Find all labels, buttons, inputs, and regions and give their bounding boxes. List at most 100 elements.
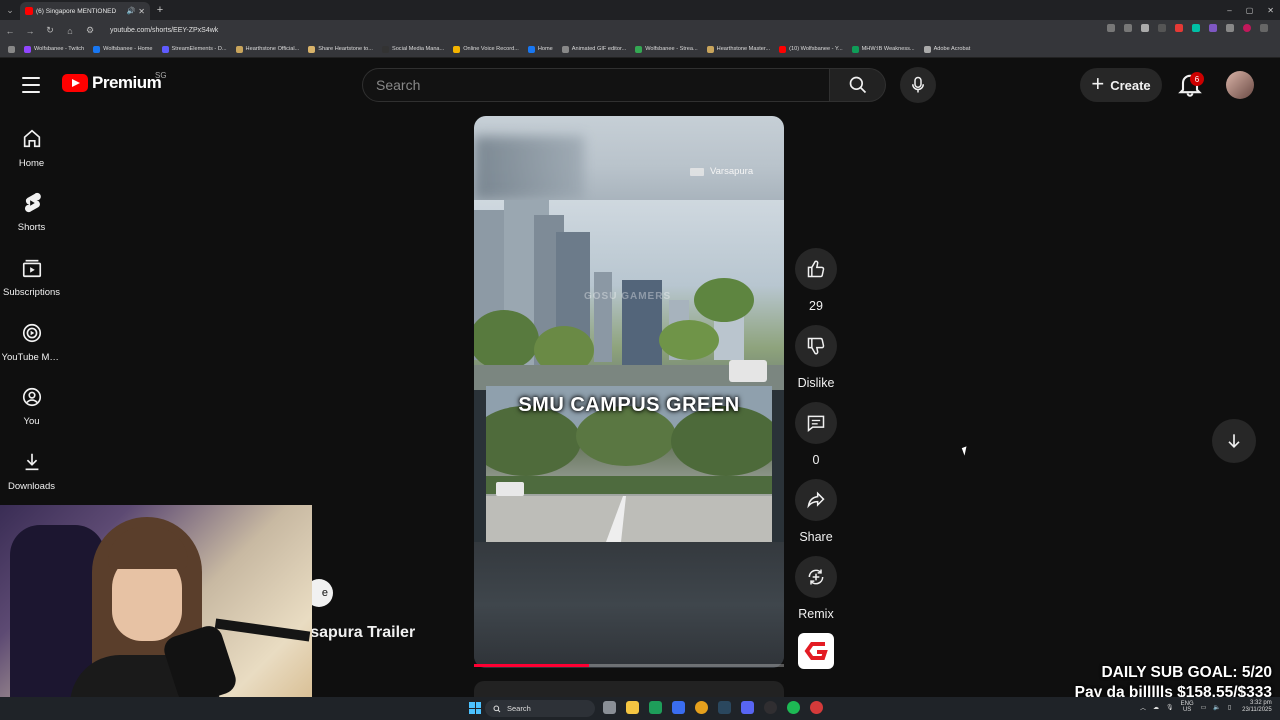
shorts-video-player[interactable]: Varsapura GOSU GAMERS SMU CAMPUS GREEN (474, 116, 784, 668)
search-button[interactable] (830, 68, 886, 102)
reload-icon[interactable]: ↻ (44, 25, 56, 36)
microphone-icon (912, 76, 924, 93)
extension-icon[interactable] (1158, 24, 1166, 32)
taskbar-search-label: Search (507, 704, 531, 713)
bookmark-item[interactable]: Online Voice Record... (453, 45, 519, 53)
bookmark-item[interactable]: (10) Wolfsbanee - Y... (779, 45, 843, 53)
like-count: 29 (809, 299, 823, 313)
window-controls: – ▢ ✕ (1227, 0, 1274, 20)
zoom-icon[interactable] (1124, 24, 1132, 32)
volume-icon[interactable]: 🔈 (1213, 704, 1220, 711)
spreadsheet-app-icon[interactable] (649, 701, 662, 714)
bookmark-item[interactable]: MHW:IB Weakness... (851, 45, 915, 53)
steam-icon[interactable] (718, 701, 731, 714)
app-icon[interactable] (810, 701, 823, 714)
share-button[interactable] (795, 479, 837, 521)
sidebar-item-shorts[interactable]: Shorts (0, 192, 63, 233)
messenger-app-icon[interactable] (672, 701, 685, 714)
minimize-button[interactable]: – (1227, 6, 1231, 15)
bookmark-label: Wolfsbanee - Strea... (645, 46, 698, 52)
bookmark-item[interactable]: StreamElements - D... (161, 45, 227, 53)
file-explorer-icon[interactable] (626, 701, 639, 714)
bookmark-favicon-icon (24, 45, 31, 53)
tab-title: (6) Singapore MENTIONED (36, 7, 117, 15)
channel-avatar-button[interactable] (798, 633, 834, 669)
extensions-puzzle-icon[interactable] (1226, 24, 1234, 32)
obs-icon[interactable] (764, 701, 777, 714)
bookmark-item[interactable]: Adobe Acrobat (923, 45, 970, 53)
bookmark-favicon-icon (235, 45, 243, 53)
guide-menu-icon[interactable] (20, 75, 42, 95)
video-watermark: GOSU GAMERS (584, 291, 672, 302)
bookmark-item[interactable]: Social Media Mana... (381, 45, 444, 53)
extension-icon[interactable] (1192, 24, 1200, 32)
bookmark-item[interactable]: Hearthstone Master... (706, 45, 770, 53)
bookmark-item[interactable]: Share Heartstone to... (308, 45, 373, 53)
remix-button[interactable] (795, 556, 837, 598)
bookmark-item[interactable]: Hearthstone Official... (235, 45, 299, 53)
network-icon[interactable]: ▭ (1201, 704, 1207, 711)
task-view-icon[interactable] (603, 701, 616, 714)
discord-icon[interactable] (741, 701, 754, 714)
sidebar-item-home[interactable]: Home (0, 128, 63, 169)
home-nav-icon[interactable]: ⌂ (64, 26, 76, 36)
comments-button[interactable] (795, 402, 837, 444)
gosu-gamers-logo-icon (804, 642, 828, 660)
profile-icon[interactable] (1243, 24, 1251, 32)
dislike-button[interactable] (795, 325, 837, 367)
spotify-icon[interactable] (787, 701, 800, 714)
taskbar-search[interactable]: Search (485, 700, 595, 717)
chrome-icon[interactable] (695, 701, 708, 714)
apps-icon[interactable] (8, 45, 15, 53)
browser-tab[interactable]: (6) Singapore MENTIONED 🔊 ✕ (20, 2, 150, 20)
clock[interactable]: 3:32 pm 23/11/2025 (1242, 700, 1272, 714)
search-input[interactable]: Search (362, 68, 830, 102)
bookmark-item[interactable]: Wolfsbanee - Strea... (635, 45, 698, 53)
site-info-icon[interactable]: ⚙ (84, 25, 96, 36)
video-progress-fill (474, 664, 589, 667)
bookmark-favicon-icon (779, 45, 787, 53)
cast-icon[interactable] (1107, 24, 1115, 32)
menu-dots-icon[interactable] (1260, 24, 1268, 32)
bookmark-item[interactable]: Animated GIF editor... (561, 45, 626, 53)
cloud-icon[interactable]: ☁ (1153, 704, 1159, 711)
sidebar-item-you[interactable]: You (0, 386, 63, 427)
short-title: rsapura Trailer (304, 624, 416, 641)
voice-search-button[interactable] (900, 67, 936, 103)
close-window-button[interactable]: ✕ (1267, 6, 1274, 15)
url-field[interactable]: youtube.com/shorts/EEY-ZPxS4wk (110, 27, 218, 34)
windows-start-icon[interactable] (469, 702, 481, 714)
remix-action: Remix (791, 556, 841, 621)
like-button[interactable] (795, 248, 837, 290)
create-button[interactable]: + Create (1080, 68, 1162, 102)
battery-icon[interactable]: ▯ (1228, 704, 1231, 711)
extension-icon[interactable] (1209, 24, 1217, 32)
close-tab-icon[interactable]: ✕ (138, 7, 145, 16)
sidebar-item-youtube-music[interactable]: YouTube Mu... (0, 322, 63, 363)
video-progress-bar[interactable] (474, 664, 784, 667)
sidebar-item-label: Subscriptions (2, 287, 61, 298)
thumbs-down-icon (807, 337, 825, 355)
bookmark-item[interactable]: Wolfsbanee - Twitch (24, 45, 84, 53)
extension-icon[interactable] (1175, 24, 1183, 32)
youtube-logo-icon (62, 74, 88, 92)
remix-label: Remix (798, 607, 834, 621)
bookmark-label: MHW:IB Weakness... (861, 46, 915, 52)
new-tab-button[interactable]: + (150, 4, 170, 16)
back-icon[interactable]: ← (4, 26, 16, 36)
avatar[interactable] (1226, 71, 1254, 99)
youtube-premium-logo[interactable]: Premium (62, 73, 162, 93)
mic-tray-icon[interactable]: 🎙 (1166, 704, 1174, 711)
sidebar-item-subscriptions[interactable]: Subscriptions (0, 257, 63, 298)
forward-icon[interactable]: → (24, 26, 36, 36)
next-short-button[interactable] (1212, 419, 1256, 463)
tray-chevron-icon[interactable]: ︿ (1140, 703, 1146, 712)
tab-search-icon[interactable]: ⌄ (0, 0, 20, 20)
language-indicator[interactable]: ENG US (1181, 701, 1194, 713)
sidebar-item-downloads[interactable]: Downloads (0, 451, 63, 492)
maximize-button[interactable]: ▢ (1246, 6, 1254, 15)
bookmark-star-icon[interactable] (1141, 24, 1149, 32)
bookmark-item[interactable]: Home (527, 45, 553, 53)
speaker-icon[interactable]: 🔊 (127, 7, 136, 15)
bookmark-item[interactable]: Wolfsbanee - Home (93, 45, 153, 53)
